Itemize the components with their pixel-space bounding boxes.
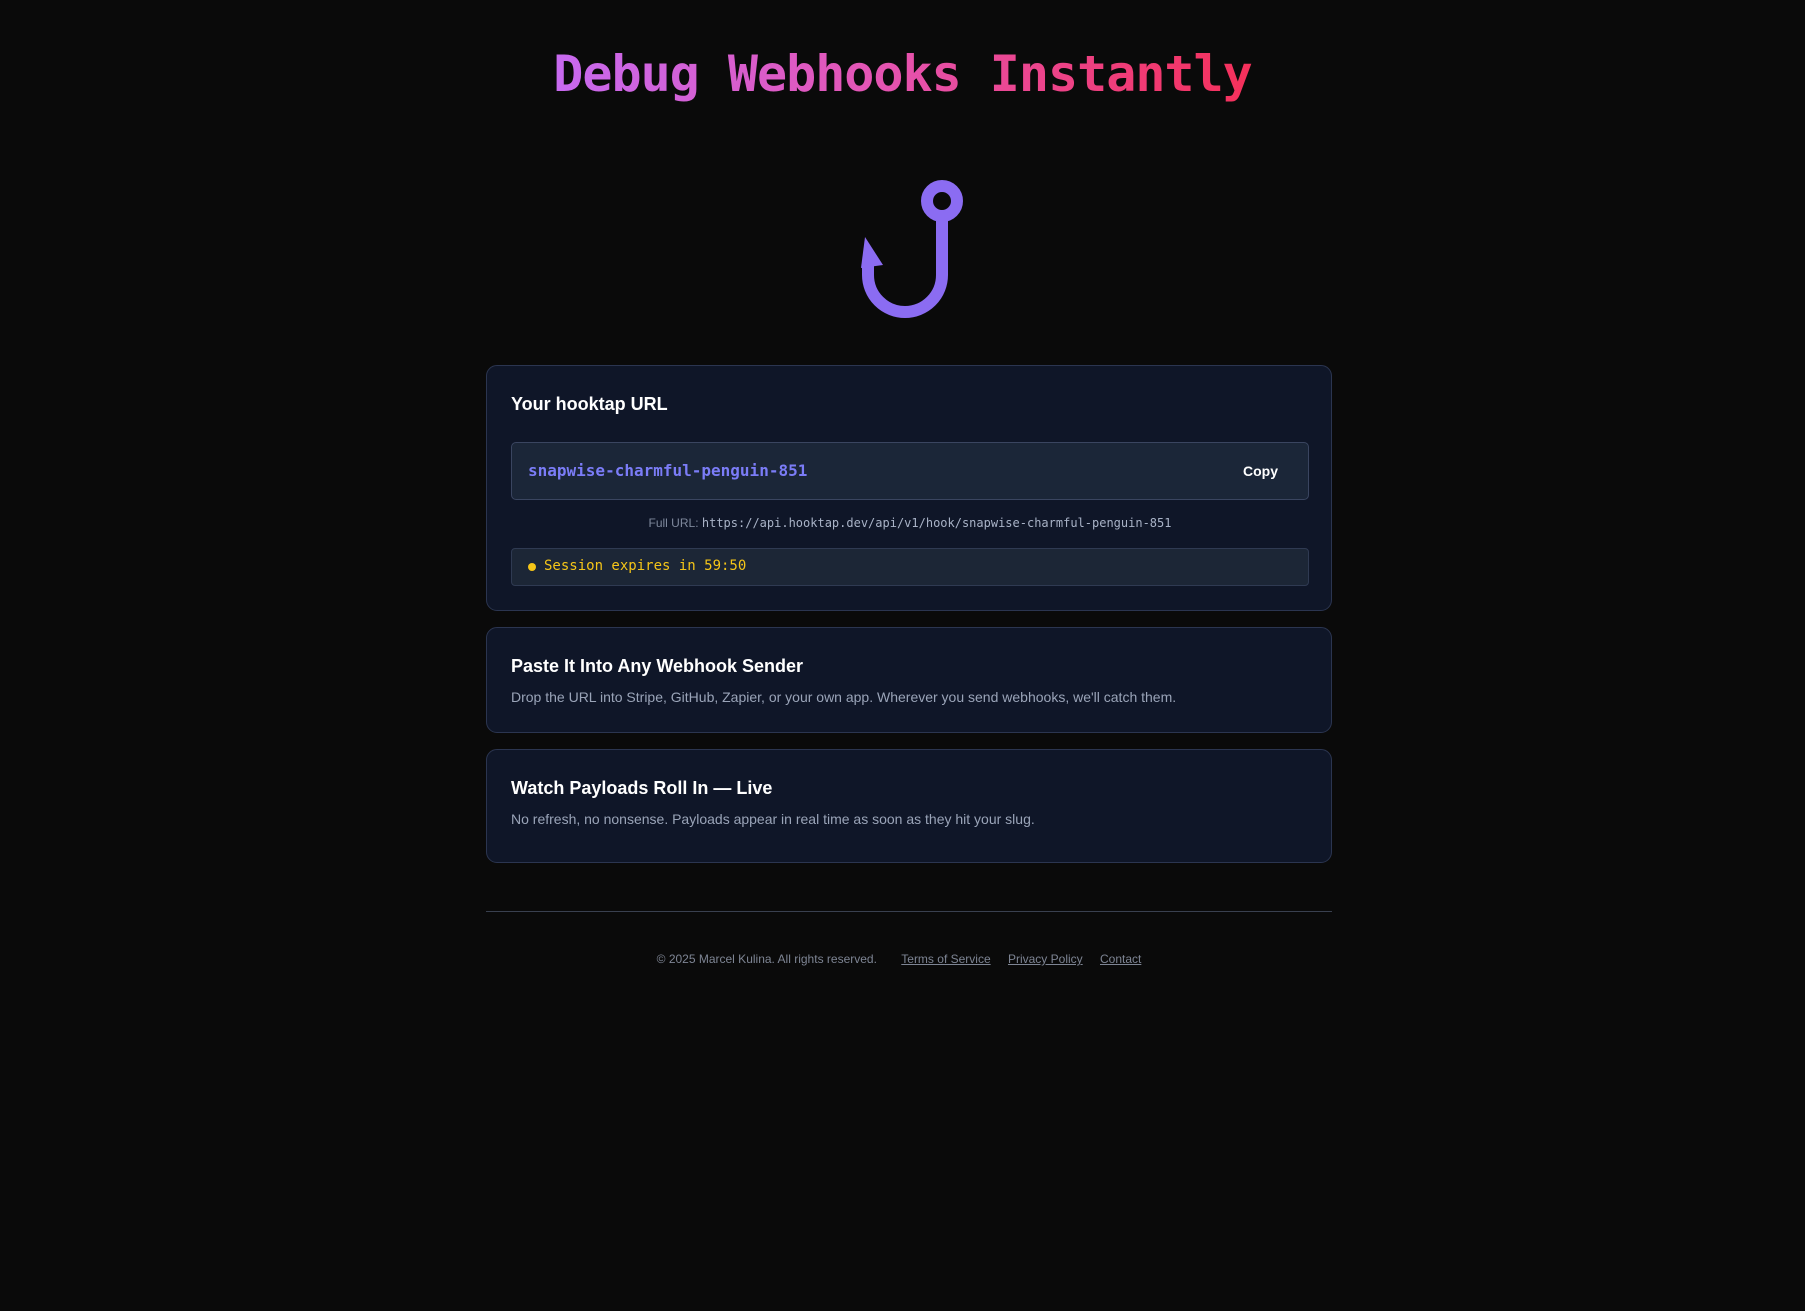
feature-card-description: No refresh, no nonsense. Payloads appear… [511, 811, 1035, 827]
feature-card-title: Watch Payloads Roll In — Live [511, 778, 773, 798]
footer-link-contact[interactable]: Contact [1100, 952, 1141, 966]
url-box: snapwise-charmful-penguin-851 Copy [511, 442, 1309, 500]
feature-card-watch: Watch Payloads Roll In — Live No refresh… [486, 749, 1332, 863]
copy-button[interactable]: Copy [1229, 456, 1292, 486]
url-card-title: Your hooktap URL [511, 394, 668, 414]
session-expiry-text: Session expires in 59:50 [544, 558, 747, 574]
footer-copyright: © 2025 Marcel Kulina. All rights reserve… [656, 952, 877, 966]
footer-link-privacy[interactable]: Privacy Policy [1008, 952, 1083, 966]
feature-card-description: Drop the URL into Stripe, GitHub, Zapier… [511, 689, 1177, 705]
status-dot-icon [528, 563, 536, 571]
full-url-label: Full URL: [648, 516, 699, 530]
session-expiry-bar: Session expires in 59:50 [511, 548, 1309, 586]
feature-card-paste: Paste It Into Any Webhook Sender Drop th… [486, 627, 1332, 733]
page-title-text: Debug Webhooks Instantly [553, 45, 1252, 103]
full-url-line: Full URL: https://api.hooktap.dev/api/v1… [487, 516, 1333, 530]
footer: © 2025 Marcel Kulina. All rights reserve… [0, 952, 1805, 966]
footer-link-terms[interactable]: Terms of Service [901, 952, 990, 966]
fish-hook-icon [861, 180, 963, 318]
feature-card-title: Paste It Into Any Webhook Sender [511, 656, 804, 676]
page: Debug Webhooks Instantly Your hooktap UR… [0, 0, 1805, 1311]
footer-divider [486, 911, 1332, 912]
hook-slug[interactable]: snapwise-charmful-penguin-851 [528, 461, 807, 480]
page-title: Debug Webhooks Instantly [0, 38, 1805, 110]
url-card: Your hooktap URL snapwise-charmful-pengu… [486, 365, 1332, 611]
full-url-value[interactable]: https://api.hooktap.dev/api/v1/hook/snap… [702, 516, 1172, 530]
